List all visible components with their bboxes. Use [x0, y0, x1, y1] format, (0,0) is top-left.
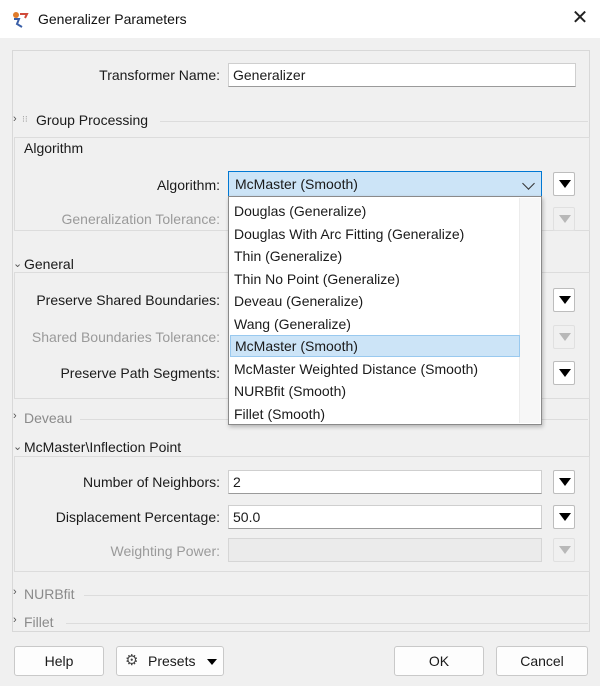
ok-button[interactable]: OK — [394, 646, 484, 676]
algorithm-dropdown-list[interactable]: Douglas (Generalize) Douglas With Arc Fit… — [228, 196, 542, 425]
weighting-menu-button[interactable] — [553, 538, 575, 562]
dropdown-option[interactable]: Thin No Point (Generalize) — [230, 268, 520, 290]
algorithm-label: Algorithm: — [156, 177, 220, 193]
dropdown-option[interactable]: Wang (Generalize) — [230, 313, 520, 335]
triangle-down-icon — [559, 215, 571, 223]
cancel-button[interactable]: Cancel — [496, 646, 588, 676]
generalization-tolerance-label: Generalization Tolerance: — [61, 211, 220, 227]
dropdown-option[interactable]: Thin (Generalize) — [230, 245, 520, 267]
fme-app-icon — [10, 10, 30, 28]
general-section-title[interactable]: General — [24, 256, 74, 272]
triangle-down-icon — [559, 513, 571, 521]
fillet-section-title[interactable]: Fillet — [24, 614, 54, 630]
dropdown-option[interactable]: McMaster Weighted Distance (Smooth) — [230, 358, 520, 380]
tolerance-menu-button[interactable] — [553, 207, 575, 231]
transformer-name-input[interactable]: Generalizer — [228, 63, 576, 87]
neighbors-menu-button[interactable] — [553, 470, 575, 494]
preserve-path-segments-label: Preserve Path Segments: — [60, 365, 220, 381]
preserve-shared-boundaries-menu-button[interactable] — [553, 288, 575, 312]
group-processing-title[interactable]: Group Processing — [36, 112, 148, 128]
gear-icon: ⚙ — [125, 652, 139, 669]
dropdown-option[interactable]: McMaster (Smooth) — [230, 335, 520, 357]
triangle-down-icon — [559, 296, 571, 304]
preserve-path-segments-menu-button[interactable] — [553, 361, 575, 385]
help-button[interactable]: Help — [14, 646, 104, 676]
algorithm-select-value: McMaster (Smooth) — [235, 176, 358, 192]
triangle-down-icon — [559, 369, 571, 377]
triangle-down-icon — [559, 478, 571, 486]
nurbfit-section-title[interactable]: NURBfit — [24, 586, 75, 602]
algorithm-menu-button[interactable] — [553, 172, 575, 196]
dropdown-option[interactable]: Douglas (Generalize) — [230, 200, 520, 222]
expand-chevron-icon[interactable]: › — [13, 410, 17, 422]
dropdown-option[interactable]: NURBfit (Smooth) — [230, 380, 520, 402]
weighting-power-label: Weighting Power: — [110, 543, 220, 559]
displacement-menu-button[interactable] — [553, 505, 575, 529]
window-title: Generalizer Parameters — [38, 11, 187, 27]
number-of-neighbors-label: Number of Neighbors: — [83, 474, 220, 490]
dropdown-scrollbar[interactable] — [519, 198, 540, 423]
mcmaster-section-title[interactable]: McMaster\Inflection Point — [24, 439, 181, 455]
deveau-section-title[interactable]: Deveau — [24, 410, 72, 426]
close-icon[interactable]: ✕ — [568, 6, 592, 30]
drag-handle-icon: ⁝⁝ — [22, 114, 28, 124]
number-of-neighbors-input[interactable]: 2 — [228, 470, 542, 494]
shared-boundaries-tolerance-label: Shared Boundaries Tolerance: — [31, 329, 220, 345]
presets-button[interactable]: ⚙ Presets — [116, 646, 224, 676]
collapse-chevron-icon[interactable]: ⌄ — [13, 440, 22, 453]
algorithm-section-title: Algorithm — [24, 140, 84, 156]
transformer-name-label: Transformer Name: — [99, 67, 220, 83]
displacement-percentage-input[interactable]: 50.0 — [228, 505, 542, 529]
dropdown-option[interactable]: Deveau (Generalize) — [230, 290, 520, 312]
triangle-down-icon — [559, 180, 571, 188]
divider — [160, 121, 588, 122]
triangle-down-icon — [207, 659, 217, 665]
divider — [84, 595, 588, 596]
shared-boundaries-tolerance-menu-button[interactable] — [553, 325, 575, 349]
triangle-down-icon — [559, 546, 571, 554]
chevron-down-icon — [522, 177, 535, 190]
dropdown-option[interactable]: Douglas With Arc Fitting (Generalize) — [230, 223, 520, 245]
collapse-chevron-icon[interactable]: ⌄ — [13, 257, 22, 270]
presets-button-label: Presets — [148, 653, 196, 669]
expand-chevron-icon[interactable]: › — [13, 586, 17, 598]
triangle-down-icon — [559, 333, 571, 341]
weighting-power-input[interactable] — [228, 538, 542, 562]
displacement-percentage-label: Displacement Percentage: — [55, 509, 220, 525]
divider — [66, 623, 588, 624]
dropdown-option[interactable]: Fillet (Smooth) — [230, 403, 520, 425]
expand-chevron-icon[interactable]: › — [13, 614, 17, 626]
algorithm-select[interactable]: McMaster (Smooth) — [228, 171, 542, 197]
preserve-shared-boundaries-label: Preserve Shared Boundaries: — [36, 292, 220, 308]
expand-chevron-icon[interactable]: › — [13, 113, 17, 125]
